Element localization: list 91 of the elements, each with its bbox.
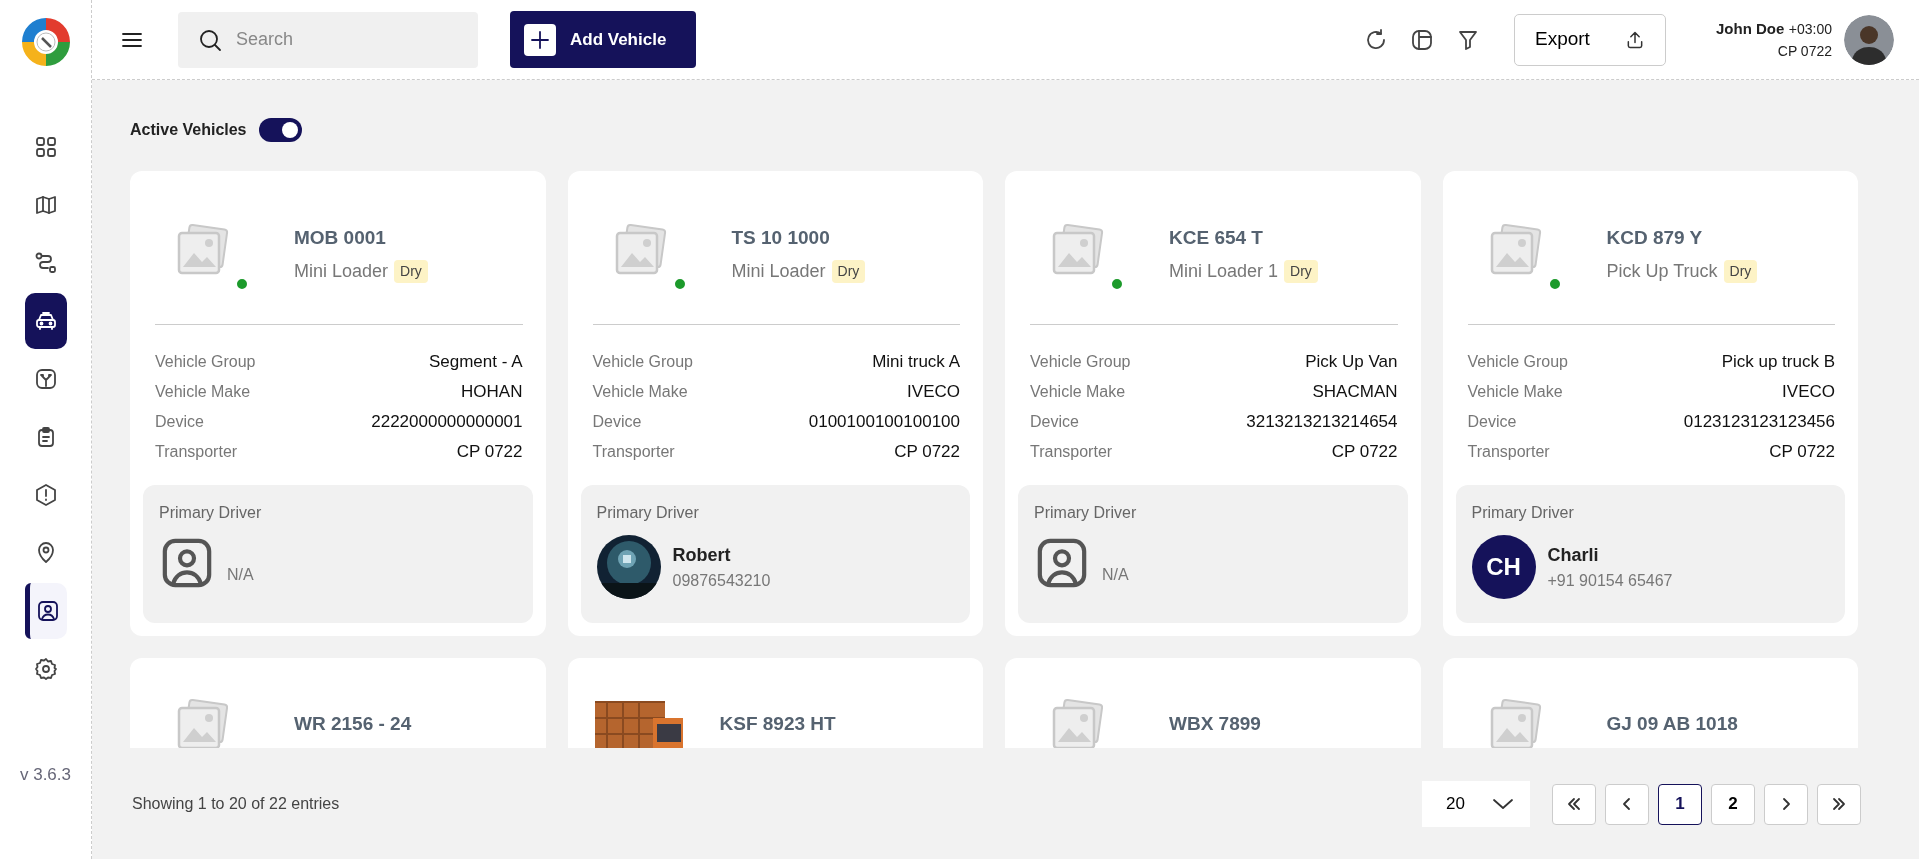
tag: Dry bbox=[1284, 260, 1318, 284]
vehicle-type: Mini Loader bbox=[731, 260, 826, 284]
version-text: v 3.6.3 bbox=[19, 763, 71, 786]
tag: Dry bbox=[1723, 260, 1758, 284]
dashboard-icon bbox=[33, 135, 58, 159]
chevron-down-icon bbox=[1492, 797, 1514, 811]
detail-label: Vehicle Group bbox=[155, 352, 256, 372]
driver-title: Primary Driver bbox=[1471, 503, 1575, 523]
detail-label: Vehicle Group bbox=[592, 352, 693, 372]
vehicle-type: Mini Loader bbox=[294, 260, 389, 284]
add-vehicle-button[interactable]: Add Vehicle bbox=[510, 11, 696, 68]
detail-value: 0123123123123456 bbox=[1683, 411, 1835, 434]
detail-value: SHACMAN bbox=[1312, 381, 1398, 404]
driver-title: Primary Driver bbox=[596, 503, 700, 523]
detail-label: Transporter bbox=[1467, 442, 1550, 462]
alert-icon bbox=[33, 483, 58, 507]
vehicle-plate: MOB 0001 bbox=[294, 225, 387, 250]
fork-icon bbox=[33, 367, 58, 391]
detail-value: HOHAN bbox=[461, 381, 523, 404]
map-icon bbox=[33, 193, 58, 217]
vehicle-type: Mini Loader 1 bbox=[1169, 260, 1279, 284]
driver-phone: +91 90154 65467 bbox=[1547, 570, 1673, 591]
detail-value: CP 0722 bbox=[1769, 441, 1835, 464]
user-icon bbox=[36, 599, 60, 623]
driver-title: Primary Driver bbox=[159, 503, 263, 523]
settings-icon bbox=[33, 657, 58, 681]
vehicle-plate: GJ 09 AB 1018 bbox=[1606, 712, 1738, 736]
detail-label: Device bbox=[1467, 412, 1517, 432]
detail-label: Vehicle Group bbox=[1030, 352, 1131, 372]
timezone-text: +03:00 bbox=[1788, 21, 1832, 37]
double-chevron-right-icon bbox=[1831, 796, 1847, 812]
nav-item[interactable] bbox=[24, 583, 67, 639]
driver-empty-text: N/A bbox=[1102, 565, 1129, 585]
detail-label: Vehicle Make bbox=[592, 382, 688, 402]
car-icon bbox=[33, 309, 58, 333]
detail-value: IVECO bbox=[907, 381, 960, 404]
detail-value: Mini truck A bbox=[872, 351, 960, 374]
page-size-select[interactable]: 20 bbox=[1422, 781, 1530, 827]
vehicle-plate: KCE 654 T bbox=[1169, 225, 1264, 250]
upload-icon bbox=[1625, 29, 1645, 50]
detail-value: Pick up truck B bbox=[1721, 351, 1835, 374]
driver-name: Robert bbox=[672, 543, 732, 567]
detail-value: IVECO bbox=[1782, 381, 1835, 404]
detail-label: Transporter bbox=[592, 442, 675, 462]
driver-initials: CH bbox=[1471, 535, 1536, 599]
vehicle-type: Pick Up Truck bbox=[1606, 260, 1718, 284]
export-button[interactable]: Export bbox=[1514, 13, 1666, 66]
driver-name: Charli bbox=[1547, 543, 1600, 567]
detail-value: 3213213213214654 bbox=[1246, 411, 1398, 434]
detail-label: Device bbox=[1030, 412, 1079, 432]
vehicle-plate: TS 10 1000 bbox=[731, 225, 831, 250]
search-icon bbox=[198, 27, 222, 52]
page-button[interactable]: 2 bbox=[1711, 783, 1755, 825]
detail-value: CP 0722 bbox=[894, 441, 960, 464]
double-chevron-left-icon bbox=[1566, 796, 1582, 812]
detail-value: Pick Up Van bbox=[1305, 351, 1398, 374]
detail-value: 2222000000000001 bbox=[371, 411, 523, 434]
detail-label: Vehicle Make bbox=[1467, 382, 1563, 402]
plus-icon bbox=[524, 23, 556, 56]
driver-title: Primary Driver bbox=[1034, 503, 1138, 523]
user-avatar[interactable] bbox=[1844, 14, 1894, 65]
tag: Dry bbox=[831, 260, 866, 284]
driver-empty-text: N/A bbox=[227, 565, 254, 585]
detail-label: Vehicle Make bbox=[155, 382, 251, 402]
detail-label: Transporter bbox=[1030, 442, 1113, 462]
nav-item[interactable] bbox=[24, 293, 67, 349]
detail-value: CP 0722 bbox=[1331, 441, 1398, 464]
vehicle-plate: KCD 879 Y bbox=[1606, 225, 1704, 250]
company-text: CP 0722 bbox=[1777, 43, 1832, 59]
first-page-button[interactable] bbox=[1552, 783, 1596, 825]
detail-value: 0100100100100100 bbox=[808, 411, 960, 434]
detail-label: Vehicle Make bbox=[1030, 382, 1126, 402]
user-name: John Doe bbox=[1716, 20, 1785, 37]
search-field[interactable]: Search bbox=[178, 11, 478, 68]
entries-summary: Showing 1 to 20 of 22 entries bbox=[132, 794, 340, 814]
detail-value: CP 0722 bbox=[456, 441, 523, 464]
detail-label: Device bbox=[592, 412, 642, 432]
page-button[interactable]: 1 bbox=[1658, 783, 1702, 825]
driver-phone: 09876543210 bbox=[672, 570, 771, 591]
detail-label: Device bbox=[155, 412, 204, 432]
last-page-button[interactable] bbox=[1817, 783, 1861, 825]
route-icon bbox=[33, 251, 58, 275]
active-toggle[interactable] bbox=[258, 118, 302, 142]
vehicle-plate: WR 2156 - 24 bbox=[294, 712, 412, 736]
detail-label: Transporter bbox=[155, 442, 238, 462]
vehicle-plate: WBX 7899 bbox=[1169, 712, 1261, 736]
detail-label: Vehicle Group bbox=[1467, 352, 1568, 372]
vehicle-plate: KSF 8923 HT bbox=[719, 712, 836, 736]
detail-value: Segment - A bbox=[428, 351, 523, 374]
filter-label: Active Vehicles bbox=[130, 120, 247, 140]
tag: Dry bbox=[394, 260, 428, 284]
